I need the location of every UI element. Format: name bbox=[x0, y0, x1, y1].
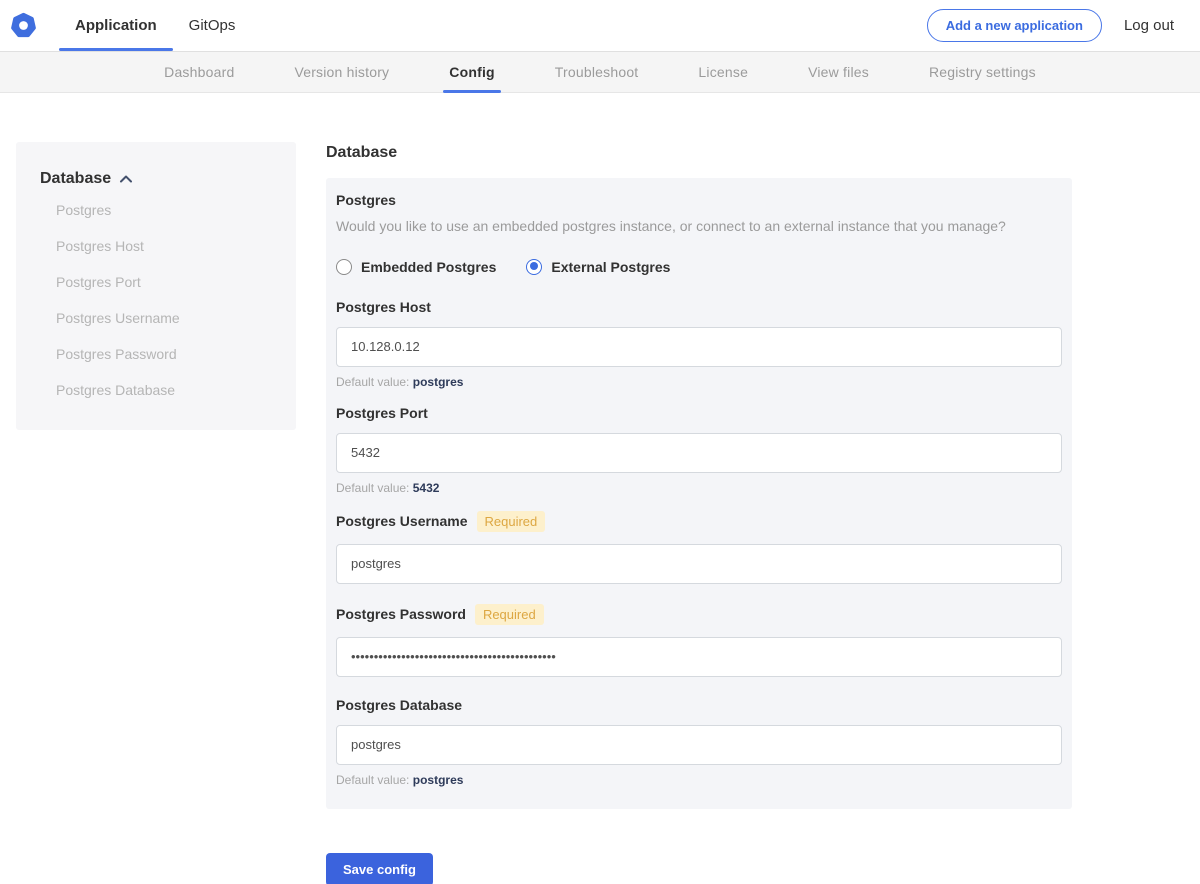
tab-application[interactable]: Application bbox=[59, 0, 173, 51]
subnav-view-files[interactable]: View files bbox=[778, 52, 899, 92]
postgres-port-default: Default value: 5432 bbox=[336, 481, 1062, 495]
page-title: Database bbox=[326, 144, 398, 161]
postgres-database-input[interactable] bbox=[336, 724, 1062, 765]
postgres-port-input[interactable] bbox=[336, 432, 1062, 473]
tab-gitops[interactable]: GitOps bbox=[173, 0, 252, 51]
app-subnav: Dashboard Version history Config Trouble… bbox=[0, 51, 1200, 93]
subnav-config[interactable]: Config bbox=[419, 52, 525, 93]
save-config-button[interactable]: Save config bbox=[326, 852, 433, 884]
radio-unchecked-icon bbox=[336, 258, 352, 275]
postgres-username-input[interactable] bbox=[336, 543, 1062, 584]
postgres-group-label: Postgres bbox=[336, 192, 396, 208]
radio-embedded-label: Embedded Postgres bbox=[361, 258, 497, 275]
top-tabs: Application GitOps bbox=[59, 0, 251, 51]
logout-button[interactable]: Log out bbox=[1124, 17, 1174, 34]
subnav-troubleshoot[interactable]: Troubleshoot bbox=[525, 52, 669, 92]
config-sidebar: Database Postgres Postgres Host Postgres… bbox=[16, 142, 296, 430]
sidebar-item-postgres-host[interactable]: Postgres Host bbox=[40, 228, 272, 264]
postgres-group-description: Would you like to use an embedded postgr… bbox=[336, 218, 1006, 234]
sidebar-item-postgres[interactable]: Postgres bbox=[40, 192, 272, 228]
postgres-password-input[interactable] bbox=[336, 636, 1062, 677]
sidebar-item-postgres-port[interactable]: Postgres Port bbox=[40, 264, 272, 300]
field-label-postgres-database: Postgres Database bbox=[336, 696, 463, 713]
required-badge: Required bbox=[476, 510, 546, 532]
radio-embedded-postgres[interactable]: Embedded Postgres bbox=[336, 258, 497, 275]
sidebar-item-list: Postgres Postgres Host Postgres Port Pos… bbox=[40, 192, 272, 408]
required-badge: Required bbox=[474, 603, 544, 625]
top-bar-right: Add a new application Log out bbox=[926, 0, 1200, 51]
default-value: 5432 bbox=[412, 480, 440, 495]
default-label: Default value: bbox=[336, 374, 410, 389]
add-new-application-button[interactable]: Add a new application bbox=[926, 9, 1102, 42]
field-label-postgres-port: Postgres Port bbox=[336, 404, 428, 421]
field-label-postgres-username: Postgres Username bbox=[336, 513, 468, 530]
logo-icon bbox=[11, 12, 36, 38]
default-value: postgres bbox=[412, 772, 464, 787]
config-main: Database Postgres Would you like to use … bbox=[326, 142, 1072, 884]
default-value: postgres bbox=[412, 374, 464, 389]
postgres-host-default: Default value: postgres bbox=[336, 375, 1062, 389]
postgres-database-default: Default value: postgres bbox=[336, 773, 1062, 787]
chevron-up-icon bbox=[119, 174, 133, 184]
radio-external-postgres[interactable]: External Postgres bbox=[526, 258, 671, 275]
field-label-postgres-host: Postgres Host bbox=[336, 298, 431, 315]
config-group-card: Postgres Would you like to use an embedd… bbox=[326, 178, 1072, 809]
radio-checked-icon bbox=[526, 258, 543, 275]
sidebar-item-postgres-database[interactable]: Postgres Database bbox=[40, 372, 272, 408]
subnav-version-history[interactable]: Version history bbox=[264, 52, 419, 92]
postgres-host-input[interactable] bbox=[336, 326, 1062, 367]
subnav-dashboard[interactable]: Dashboard bbox=[134, 52, 264, 92]
sidebar-item-postgres-username[interactable]: Postgres Username bbox=[40, 300, 272, 336]
sidebar-group-label: Database bbox=[40, 170, 112, 187]
radio-external-label: External Postgres bbox=[551, 258, 671, 275]
default-label: Default value: bbox=[336, 772, 410, 787]
content-area: Database Postgres Postgres Host Postgres… bbox=[0, 93, 1200, 884]
top-bar: Application GitOps Add a new application… bbox=[0, 0, 1200, 51]
sidebar-item-postgres-password[interactable]: Postgres Password bbox=[40, 336, 272, 372]
default-label: Default value: bbox=[336, 480, 410, 495]
subnav-license[interactable]: License bbox=[668, 52, 778, 92]
field-label-postgres-password: Postgres Password bbox=[336, 606, 466, 623]
subnav-registry-settings[interactable]: Registry settings bbox=[899, 52, 1066, 92]
postgres-mode-radio-group: Embedded Postgres External Postgres bbox=[336, 258, 1062, 275]
sidebar-group-database[interactable]: Database bbox=[40, 170, 272, 188]
app-logo[interactable] bbox=[10, 0, 49, 51]
